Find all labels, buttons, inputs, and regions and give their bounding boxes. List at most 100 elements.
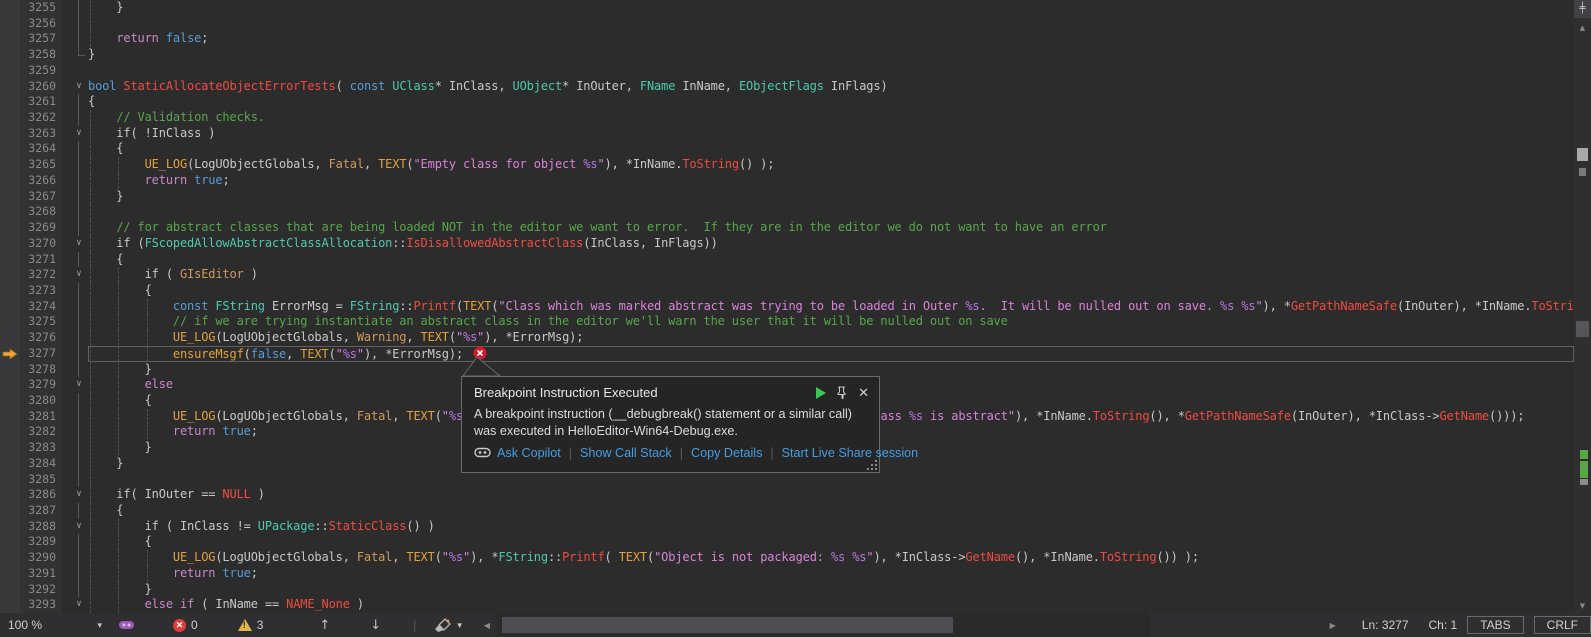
line-number[interactable]: 3288 — [20, 519, 62, 535]
error-indicator[interactable]: ✕ 0 — [173, 618, 198, 632]
code-line[interactable]: 3289 { — [0, 534, 1574, 550]
breakpoint-margin[interactable] — [0, 0, 20, 16]
line-number[interactable]: 3258 — [20, 47, 62, 63]
line-number[interactable]: 3290 — [20, 550, 62, 566]
code-line[interactable]: 3258} — [0, 47, 1574, 63]
code-line[interactable]: 3259 — [0, 63, 1574, 79]
code-text[interactable]: return true; — [88, 566, 1574, 582]
line-number[interactable]: 3263 — [20, 126, 62, 142]
line-number[interactable]: 3280 — [20, 393, 62, 409]
fold-chevron-icon[interactable]: ∨ — [70, 519, 88, 535]
line-number[interactable]: 3262 — [20, 110, 62, 126]
code-line[interactable]: 3268 — [0, 204, 1574, 220]
breakpoint-margin[interactable] — [0, 409, 20, 425]
line-number[interactable]: 3285 — [20, 472, 62, 488]
code-text[interactable]: // Validation checks. — [88, 110, 1574, 126]
breakpoint-margin[interactable] — [0, 597, 20, 613]
breakpoint-margin[interactable] — [0, 456, 20, 472]
line-number[interactable]: 3281 — [20, 409, 62, 425]
fold-chevron-icon[interactable]: ∨ — [70, 79, 88, 95]
code-text[interactable] — [88, 16, 1574, 32]
line-number[interactable]: 3271 — [20, 252, 62, 268]
breakpoint-margin[interactable] — [0, 110, 20, 126]
line-number[interactable]: 3292 — [20, 582, 62, 598]
breakpoint-margin[interactable] — [0, 252, 20, 268]
breakpoint-margin[interactable] — [0, 220, 20, 236]
breakpoint-margin[interactable] — [0, 346, 20, 362]
breakpoint-margin[interactable] — [0, 267, 20, 283]
breakpoint-margin[interactable] — [0, 47, 20, 63]
code-text[interactable]: UE_LOG(LogUObjectGlobals, Fatal, TEXT("%… — [88, 550, 1574, 566]
code-line[interactable]: 3292 } — [0, 582, 1574, 598]
scroll-right-icon[interactable]: ▶ — [1330, 621, 1336, 630]
breakpoint-margin[interactable] — [0, 94, 20, 110]
code-line[interactable]: 3263∨ if( !InClass ) — [0, 126, 1574, 142]
line-number[interactable]: 3275 — [20, 314, 62, 330]
code-text[interactable]: if( InOuter == NULL ) — [88, 487, 1574, 503]
line-number[interactable]: 3257 — [20, 31, 62, 47]
code-text[interactable]: const FString ErrorMsg = FString::Printf… — [88, 299, 1574, 315]
code-text[interactable]: } — [88, 47, 1574, 63]
pin-icon[interactable] — [836, 386, 848, 399]
code-line[interactable]: 3274 const FString ErrorMsg = FString::P… — [0, 299, 1574, 315]
breakpoint-margin[interactable] — [0, 362, 20, 378]
tabs-status[interactable]: TABS — [1467, 616, 1523, 634]
code-cleanup-button[interactable]: ▾ — [434, 618, 462, 633]
code-line[interactable]: 3262 // Validation checks. — [0, 110, 1574, 126]
breakpoint-margin[interactable] — [0, 141, 20, 157]
breakpoint-margin[interactable] — [0, 236, 20, 252]
line-number[interactable]: 3274 — [20, 299, 62, 315]
line-number[interactable]: 3269 — [20, 220, 62, 236]
code-text[interactable]: { — [88, 283, 1574, 299]
code-line[interactable]: 3293∨ else if ( InName == NAME_None ) — [0, 597, 1574, 613]
breakpoint-margin[interactable] — [0, 283, 20, 299]
link-start-live-share[interactable]: Start Live Share session — [782, 446, 919, 460]
line-number[interactable]: 3260 — [20, 79, 62, 95]
line-number[interactable]: 3265 — [20, 157, 62, 173]
breakpoint-margin[interactable] — [0, 440, 20, 456]
breakpoint-margin[interactable] — [0, 519, 20, 535]
code-text[interactable]: return false; — [88, 31, 1574, 47]
breakpoint-margin[interactable] — [0, 126, 20, 142]
eol-status[interactable]: CRLF — [1534, 616, 1591, 634]
breakpoint-margin[interactable] — [0, 173, 20, 189]
code-line[interactable]: 3288 ∨ if ( InClass != UPackage::StaticCl… — [0, 519, 1574, 535]
code-line[interactable]: 3277 ensureMsgf(false, TEXT("%s"), *Erro… — [0, 346, 1574, 362]
breakpoint-margin[interactable] — [0, 424, 20, 440]
code-text[interactable]: if (FScopedAllowAbstractClassAllocation:… — [88, 236, 1574, 252]
line-number[interactable]: 3286 — [20, 487, 62, 503]
vertical-scrollbar[interactable]: ╪ ▲ ▼ — [1574, 0, 1591, 613]
code-line[interactable]: 3269 // for abstract classes that are be… — [0, 220, 1574, 236]
code-text[interactable]: { — [88, 141, 1574, 157]
code-line[interactable]: 3291 return true; — [0, 566, 1574, 582]
line-status[interactable]: Ln: 3277 — [1362, 618, 1409, 632]
code-line[interactable]: 3272∨ if ( GIsEditor ) — [0, 267, 1574, 283]
code-line[interactable]: 3265 UE_LOG(LogUObjectGlobals, Fatal, TE… — [0, 157, 1574, 173]
resize-grip-icon[interactable] — [868, 461, 877, 470]
code-text[interactable]: if ( InClass != UPackage::StaticClass() … — [88, 519, 1574, 535]
line-number[interactable]: 3278 — [20, 362, 62, 378]
line-number[interactable]: 3293 — [20, 597, 62, 613]
breakpoint-margin[interactable] — [0, 377, 20, 393]
code-line[interactable]: 3286∨ if( InOuter == NULL ) — [0, 487, 1574, 503]
code-text[interactable]: { — [88, 94, 1574, 110]
code-text[interactable]: ensureMsgf(false, TEXT("%s"), *ErrorMsg)… — [88, 346, 1574, 362]
line-number[interactable]: 3289 — [20, 534, 62, 550]
code-line[interactable]: 3271 { — [0, 252, 1574, 268]
code-text[interactable] — [88, 204, 1574, 220]
line-number[interactable]: 3268 — [20, 204, 62, 220]
scroll-up-icon[interactable]: ▲ — [1574, 24, 1591, 32]
link-show-call-stack[interactable]: Show Call Stack — [580, 446, 672, 460]
code-line[interactable]: 3275 // if we are trying instantiate an … — [0, 314, 1574, 330]
line-number[interactable]: 3276 — [20, 330, 62, 346]
line-number[interactable]: 3273 — [20, 283, 62, 299]
fold-chevron-icon[interactable]: ∨ — [70, 377, 88, 393]
fold-chevron-icon[interactable]: ∨ — [70, 126, 88, 142]
line-number[interactable]: 3284 — [20, 456, 62, 472]
warning-indicator[interactable]: ! 3 — [238, 618, 264, 632]
code-text[interactable]: } — [88, 362, 1574, 378]
code-line[interactable]: 3256 — [0, 16, 1574, 32]
breakpoint-margin[interactable] — [0, 550, 20, 566]
line-number[interactable]: 3270 — [20, 236, 62, 252]
breakpoint-margin[interactable] — [0, 204, 20, 220]
